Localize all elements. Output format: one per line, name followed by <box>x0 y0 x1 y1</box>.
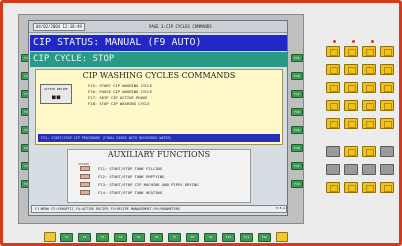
keypad-key[interactable] <box>380 46 394 57</box>
status-lamp <box>80 174 90 179</box>
function-key-legend: F1:MENU F2:SYNOPTIC F4:ACTIVE RECIPE F5:… <box>31 205 287 213</box>
keypad-key[interactable] <box>362 182 376 193</box>
fkey-bottom-7[interactable]: F7 <box>168 233 181 242</box>
keypad-key[interactable] <box>380 100 394 111</box>
fkey-bottom-1[interactable]: F1 <box>60 233 73 242</box>
keypad-key[interactable] <box>380 164 394 175</box>
cip-status-bar: CIP STATUS: MANUAL (F9 AUTO) <box>30 35 287 51</box>
keypad-key[interactable] <box>344 100 358 111</box>
keypad-key[interactable] <box>344 118 358 129</box>
hmi-screen: 04/02/2004 12:38:49 PAGE 3:CIP CYCLES CO… <box>28 20 288 216</box>
fkey-right-1[interactable]: F25 <box>291 54 303 62</box>
fkey-bottom-3[interactable]: F3 <box>96 233 109 242</box>
keypad-key[interactable] <box>326 164 340 175</box>
keypad-key[interactable] <box>380 146 394 157</box>
final-rinse-alert: F31: START/STOP CIP PROCEDURE (FINAL RIN… <box>38 134 280 142</box>
fkey-right-8[interactable]: F32 <box>291 180 303 188</box>
auxiliary-panel-title: AUXILIARY FUNCTIONS <box>107 150 211 159</box>
aux-row-label: F23: START/STOP CIP MACHINE AND PIPES DR… <box>98 182 199 187</box>
fkey-bottom-6[interactable]: F6 <box>150 233 163 242</box>
keypad-key[interactable] <box>362 64 376 75</box>
fkey-right-2[interactable]: F26 <box>291 72 303 80</box>
aux-row-label: F24: START/STOP TANK HEATING <box>98 190 163 195</box>
aux-row-label: F22: START/STOP TANK EMPTYING <box>98 174 165 179</box>
indicator-led <box>371 40 374 43</box>
screen-version-label: E.B.A. <box>276 206 287 210</box>
active-recipe-box[interactable]: ACTIVE RECIPE ■■ <box>40 84 72 104</box>
keypad-key[interactable] <box>326 118 340 129</box>
fkey-bottom-9[interactable]: F9 <box>204 233 217 242</box>
keypad-key[interactable] <box>326 46 340 57</box>
datetime-display: 04/02/2004 12:38:49 <box>33 23 85 31</box>
washing-commands-panel: CIP WASHING CYCLES COMMANDS ACTIVE RECIP… <box>35 69 283 145</box>
keypad-key[interactable] <box>380 118 394 129</box>
fkey-bottom-11[interactable]: F11 <box>240 233 253 242</box>
keypad-key[interactable] <box>380 82 394 93</box>
fkey-right-4[interactable]: F28 <box>291 108 303 116</box>
fkey-bottom-12[interactable]: F12 <box>258 233 271 242</box>
active-recipe-value: ■■ <box>52 94 62 101</box>
yellow-softkey[interactable] <box>276 232 288 242</box>
top-bar: 04/02/2004 12:38:49 PAGE 3:CIP CYCLES CO… <box>29 21 287 33</box>
washing-panel-title: CIP WASHING CYCLES COMMANDS <box>82 71 236 80</box>
washing-command-list: F15: START CIP WASHING CYCLE F16: PAUSE … <box>88 83 268 107</box>
keypad-key[interactable] <box>362 146 376 157</box>
aux-row: F22: START/STOP TANK EMPTYING <box>74 173 244 180</box>
aux-row: F21: START/STOP TANK FILLING <box>74 165 244 172</box>
keypad-key[interactable] <box>344 64 358 75</box>
fkey-bottom-10[interactable]: F10 <box>222 233 235 242</box>
keypad-key[interactable] <box>380 64 394 75</box>
keypad-key[interactable] <box>344 46 358 57</box>
fkey-bottom-2[interactable]: F2 <box>78 233 91 242</box>
keypad-key[interactable] <box>326 146 340 157</box>
active-recipe-label: ACTIVE RECIPE <box>44 87 68 91</box>
keypad-key[interactable] <box>362 46 376 57</box>
keypad-key[interactable] <box>326 182 340 193</box>
aux-row: F23: START/STOP CIP MACHINE AND PIPES DR… <box>74 181 244 188</box>
aux-row: F24: START/STOP TANK HEATING <box>74 189 244 196</box>
fkey-bottom-5[interactable]: F5 <box>132 233 145 242</box>
status-lamp <box>80 190 90 195</box>
fkey-right-7[interactable]: F31 <box>291 162 303 170</box>
keypad-key[interactable] <box>362 100 376 111</box>
keypad-key[interactable] <box>326 100 340 111</box>
page-title: PAGE 3:CIP CYCLES COMMANDS <box>149 24 212 29</box>
indicator-led <box>333 40 336 43</box>
keypad-key[interactable] <box>362 82 376 93</box>
keypad-key[interactable] <box>326 64 340 75</box>
keypad-key[interactable] <box>344 164 358 175</box>
fkey-right-5[interactable]: F29 <box>291 126 303 134</box>
fkey-right-6[interactable]: F30 <box>291 144 303 152</box>
fkey-bottom-4[interactable]: F4 <box>114 233 127 242</box>
keypad-key[interactable] <box>362 118 376 129</box>
fkey-bottom-8[interactable]: F8 <box>186 233 199 242</box>
keypad-key[interactable] <box>344 82 358 93</box>
command-row: F18: STOP CIP WASHING CYCLE <box>88 101 150 106</box>
fkey-right-3[interactable]: F27 <box>291 90 303 98</box>
keypad-key[interactable] <box>344 182 358 193</box>
keypad-key[interactable] <box>362 164 376 175</box>
aux-row-label: F21: START/STOP TANK FILLING <box>98 166 163 171</box>
keypad-key[interactable] <box>344 146 358 157</box>
keypad-key[interactable] <box>326 82 340 93</box>
status-lamp <box>80 182 90 187</box>
status-lamp <box>80 166 90 171</box>
indicator-led <box>352 40 355 43</box>
yellow-softkey[interactable] <box>44 232 56 242</box>
auxiliary-functions-panel: AUXILIARY FUNCTIONS STATUS F21: START/ST… <box>67 149 251 203</box>
keypad-key[interactable] <box>380 182 394 193</box>
cip-cycle-bar: CIP CYCLE: STOP <box>30 52 287 67</box>
